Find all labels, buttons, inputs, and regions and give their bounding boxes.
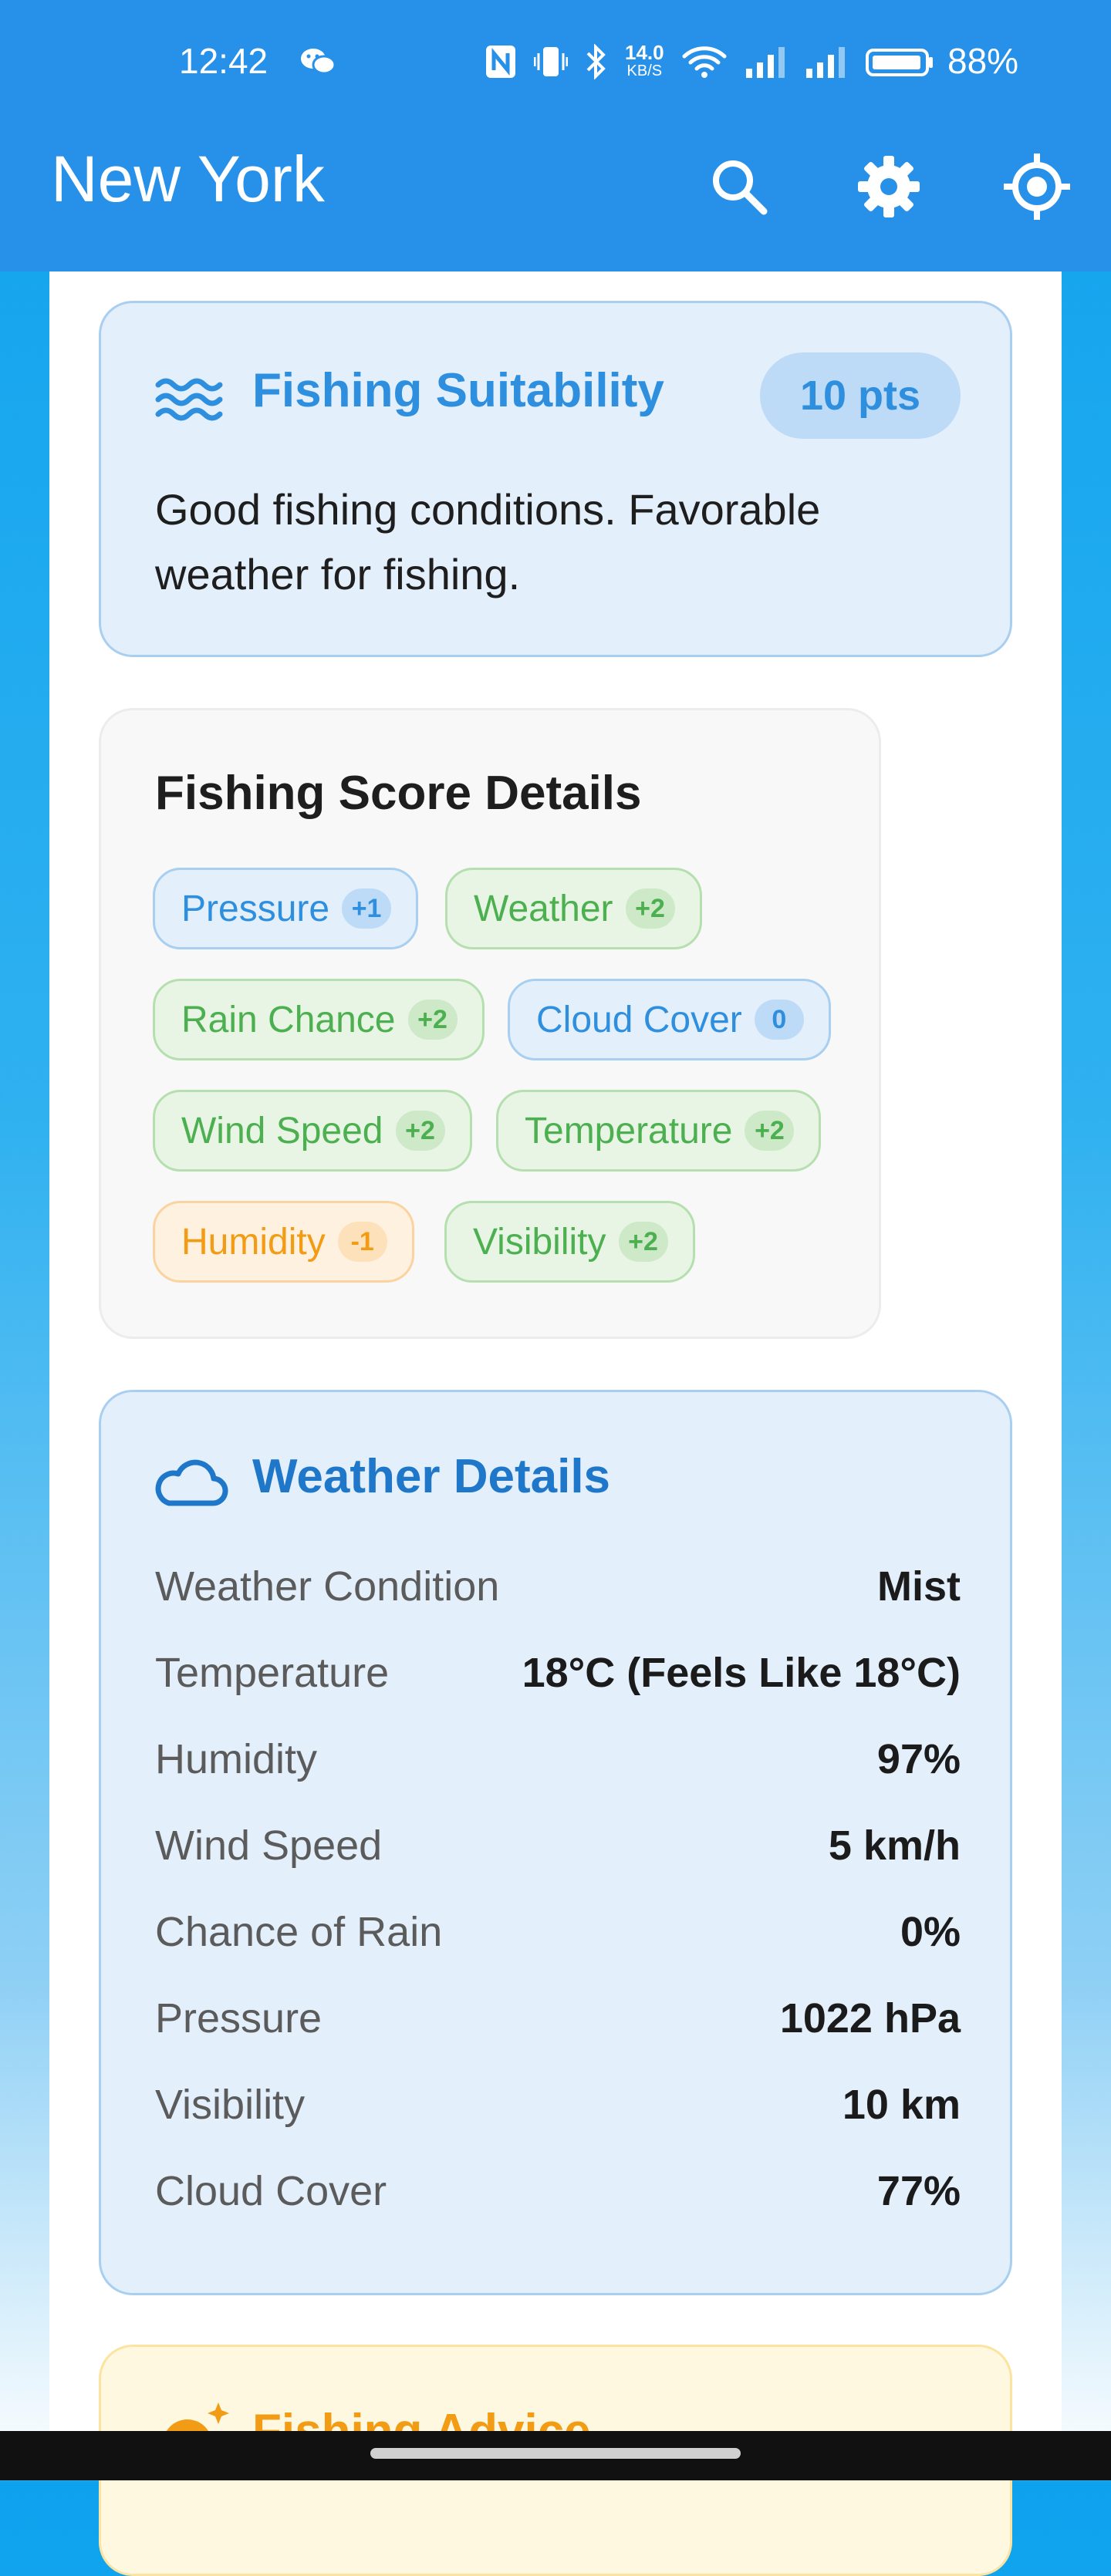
row-label: Temperature: [155, 1650, 390, 1696]
row-label: Chance of Rain: [155, 1909, 443, 1955]
row-value: 97%: [876, 1736, 961, 1782]
cloud-icon: [155, 1459, 228, 1506]
gear-icon: [858, 156, 920, 217]
status-icons: 14.0 KB/S: [485, 42, 934, 82]
row-label: Cloud Cover: [155, 2168, 387, 2214]
score-chip-temperature: Temperature +2: [496, 1090, 822, 1172]
nfc-icon: [486, 46, 515, 78]
row-value: 0%: [900, 1909, 961, 1955]
row-value: 77%: [876, 2168, 961, 2214]
score-chip-pressure: Pressure +1: [153, 868, 419, 949]
chip-label: Visibility: [473, 1221, 606, 1263]
my-location-icon: [1004, 153, 1070, 220]
chip-label: Wind Speed: [181, 1110, 383, 1151]
row-value: 1022 hPa: [779, 1995, 961, 2042]
chip-label: Temperature: [525, 1110, 733, 1151]
chip-score-badge: +2: [625, 888, 675, 929]
weather-details-title: Weather Details: [252, 1450, 611, 1503]
net-speed-unit: KB/S: [626, 62, 663, 79]
row-label: Wind Speed: [155, 1822, 383, 1869]
row-label: Pressure: [155, 1995, 322, 2042]
battery-percent: 88%: [947, 41, 1019, 81]
app-header: 12:42 14.0 KB/S 88% New York: [0, 0, 1111, 271]
suitability-points-badge: 10 pts: [760, 352, 961, 439]
chip-label: Weather: [474, 888, 613, 929]
row-label: Visibility: [155, 2082, 306, 2128]
weather-row-cloud-cover: Cloud Cover 77%: [155, 2160, 961, 2222]
chip-score-badge: -1: [337, 1222, 387, 1262]
row-value: 18°C (Feels Like 18°C): [522, 1650, 961, 1696]
score-chip-cloud-cover: Cloud Cover 0: [508, 979, 831, 1060]
row-value: 10 km: [842, 2082, 961, 2128]
score-details-title: Fishing Score Details: [155, 767, 642, 820]
status-time: 12:42: [179, 41, 268, 81]
weather-row-rain-chance: Chance of Rain 0%: [155, 1901, 961, 1963]
row-value: 5 km/h: [828, 1822, 961, 1869]
city-title: New York: [51, 143, 325, 215]
locate-button[interactable]: [998, 148, 1076, 225]
weather-row-temperature: Temperature 18°C (Feels Like 18°C): [155, 1642, 961, 1704]
chip-score-badge: 0: [754, 1000, 804, 1040]
wechat-icon: [301, 49, 336, 75]
chip-label: Humidity: [181, 1221, 326, 1263]
weather-details-card: Weather Details Weather Condition Mist T…: [99, 1390, 1012, 2295]
chip-score-badge: +2: [745, 1111, 795, 1151]
settings-button[interactable]: [850, 148, 927, 225]
weather-row-pressure: Pressure 1022 hPa: [155, 1988, 961, 2049]
row-label: Humidity: [155, 1736, 318, 1782]
score-chip-wind-speed: Wind Speed +2: [153, 1090, 472, 1172]
chip-score-badge: +2: [407, 1000, 458, 1040]
net-speed-value: 14.0: [625, 41, 664, 64]
row-value: Mist: [877, 1563, 961, 1610]
suitability-title: Fishing Suitability: [252, 364, 664, 417]
chip-label: Rain Chance: [181, 999, 396, 1040]
net-speed: 14.0 KB/S: [625, 41, 664, 80]
signal-icon-1: [745, 47, 785, 78]
vibrate-icon: [534, 47, 568, 76]
chip-label: Cloud Cover: [536, 999, 742, 1040]
score-chip-humidity: Humidity -1: [153, 1201, 414, 1283]
row-label: Weather Condition: [155, 1563, 500, 1610]
waves-icon: [155, 378, 223, 421]
wifi-icon: [682, 46, 727, 78]
score-chip-visibility: Visibility +2: [444, 1201, 695, 1283]
system-nav-bar: [0, 2431, 1111, 2480]
chip-label: Pressure: [181, 888, 330, 929]
search-icon: [713, 160, 768, 215]
search-button[interactable]: [701, 148, 778, 225]
fishing-suitability-card: Fishing Suitability 10 pts Good fishing …: [99, 301, 1012, 657]
weather-row-wind-speed: Wind Speed 5 km/h: [155, 1815, 961, 1876]
home-gesture-handle[interactable]: [370, 2448, 741, 2459]
chip-score-badge: +1: [342, 888, 392, 929]
score-chip-rain-chance: Rain Chance +2: [153, 979, 485, 1060]
weather-row-humidity: Humidity 97%: [155, 1728, 961, 1790]
weather-row-condition: Weather Condition Mist: [155, 1556, 961, 1617]
weather-row-visibility: Visibility 10 km: [155, 2074, 961, 2136]
battery-icon: [865, 49, 933, 76]
chip-score-badge: +2: [618, 1222, 668, 1262]
fishing-score-details-card: Fishing Score Details Pressure +1 Weathe…: [99, 708, 881, 1339]
chip-score-badge: +2: [395, 1111, 445, 1151]
signal-icon-2: [805, 47, 845, 78]
score-chip-weather: Weather +2: [445, 868, 702, 949]
status-bar: 12:42 14.0 KB/S 88%: [0, 0, 1111, 131]
suitability-description: Good fishing conditions. Favorable weath…: [155, 485, 821, 598]
bluetooth-icon: [586, 44, 606, 79]
